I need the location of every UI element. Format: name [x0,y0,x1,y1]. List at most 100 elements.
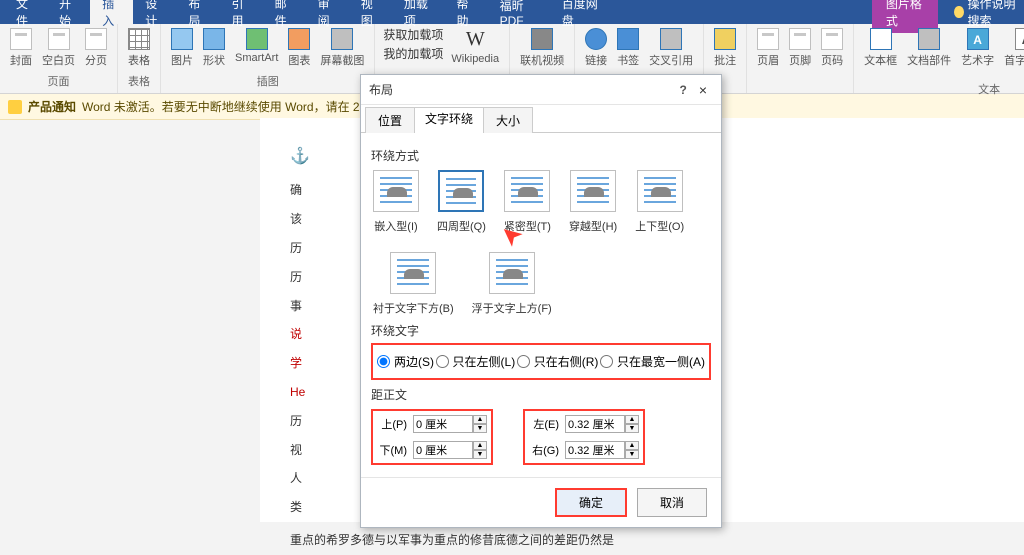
radio-input[interactable] [377,355,390,368]
radio-input[interactable] [436,355,449,368]
smartart-button[interactable]: SmartArt [233,26,280,66]
wordart-button[interactable]: A艺术字 [959,26,996,70]
shapes-button[interactable]: 形状 [201,26,227,70]
wikipedia-button[interactable]: WWikipedia [449,26,501,67]
group-pages: 封面 空白页 分页 页面 [0,24,118,93]
distance-grid: 上(P) ▲▼ 下(M) ▲▼ 左(E) ▲▼ 右(G) ▲▼ [371,409,711,465]
get-addins-button[interactable]: 获取加载项 [383,26,443,43]
label: 首字下沉 [1004,52,1024,68]
page-number-button[interactable]: 页码 [819,26,845,70]
wrap-top-bottom[interactable]: 上下型(O) [635,170,684,234]
dist-top-spinner[interactable]: ▲▼ [413,415,487,433]
doc-text: 历 [290,270,302,284]
wrap-behind[interactable]: 衬于文字下方(B) [373,252,454,316]
dist-bottom-input[interactable] [413,441,473,459]
quick-parts-button[interactable]: 文档部件 [905,26,953,70]
doc-text: 视 [290,443,302,457]
footer-icon [789,28,811,50]
label: 图片 [171,52,193,68]
wrap-text-label: 环绕文字 [371,322,711,339]
my-addins-button[interactable]: 我的加载项 [383,45,443,62]
help-button[interactable]: ? [679,83,686,97]
spin-down[interactable]: ▼ [473,450,487,459]
tab-size[interactable]: 大小 [483,107,533,133]
wrap-tight[interactable]: 紧密型(T) [504,170,551,234]
doc-text: 说 [290,327,302,341]
textbox-button[interactable]: 文本框 [862,26,899,70]
warning-icon [8,100,22,114]
footer-button[interactable]: 页脚 [787,26,813,70]
dist-top-input[interactable] [413,415,473,433]
wrap-front[interactable]: 浮于文字上方(F) [472,252,552,316]
bookmark-button[interactable]: 书签 [615,26,641,70]
label: 页眉 [757,52,779,68]
blank-page-button[interactable]: 空白页 [40,26,77,70]
drop-cap-button[interactable]: A首字下沉 [1002,26,1024,70]
label: 只在左侧(L) [453,353,516,370]
spin-up[interactable]: ▲ [473,415,487,424]
online-video-button[interactable]: 联机视频 [518,26,566,70]
doc-text: 历 [290,414,302,428]
label: Wikipedia [451,53,499,65]
chart-icon [288,28,310,50]
picture-icon [171,28,193,50]
header-button[interactable]: 页眉 [755,26,781,70]
doc-text: 类 [290,500,302,514]
spin-up[interactable]: ▲ [625,415,639,424]
label: 分页 [85,52,107,68]
ok-button[interactable]: 确定 [555,488,627,517]
tab-text-wrapping[interactable]: 文字环绕 [414,107,484,133]
radio-input[interactable] [517,355,530,368]
wrap-icon [373,170,419,212]
cancel-button[interactable]: 取消 [637,488,707,517]
cross-reference-button[interactable]: 交叉引用 [647,26,695,70]
wrap-through[interactable]: 穿越型(H) [569,170,617,234]
radio-largest-only[interactable]: 只在最宽一侧(A) [600,353,705,370]
cover-page-button[interactable]: 封面 [8,26,34,70]
page-break-button[interactable]: 分页 [83,26,109,70]
dialog-titlebar: 布局 ? × [361,75,721,105]
wrap-inline[interactable]: 嵌入型(I) [373,170,419,234]
label: 空白页 [42,52,75,68]
radio-both-sides[interactable]: 两边(S) [377,353,434,370]
table-icon [128,28,150,50]
comment-button[interactable]: 批注 [712,26,738,70]
spin-up[interactable]: ▲ [473,441,487,450]
chart-button[interactable]: 图表 [286,26,312,70]
radio-input[interactable] [600,355,613,368]
spin-down[interactable]: ▼ [625,450,639,459]
spin-up[interactable]: ▲ [625,441,639,450]
dist-right-input[interactable] [565,441,625,459]
spin-down[interactable]: ▼ [625,424,639,433]
radio-right-only[interactable]: 只在右侧(R) [517,353,599,370]
tab-position[interactable]: 位置 [365,107,415,133]
label: 联机视频 [520,52,564,68]
label: 只在最宽一侧(A) [617,353,705,370]
link-button[interactable]: 链接 [583,26,609,70]
group-illustrations: 图片 形状 SmartArt 图表 屏幕截图 插图 [161,24,375,93]
dist-bottom-spinner[interactable]: ▲▼ [413,441,487,459]
label: 只在右侧(R) [534,353,599,370]
doc-text: 确 [290,183,302,197]
wrap-icon [570,170,616,212]
page-icon [85,28,107,50]
dialog-body: 环绕方式 嵌入型(I) 四周型(Q) 紧密型(T) 穿越型(H) 上下型(O) … [361,132,721,477]
label: 上下型(O) [635,218,684,234]
page-icon [48,28,70,50]
radio-left-only[interactable]: 只在左侧(L) [436,353,516,370]
label: 页脚 [789,52,811,68]
dist-left-spinner[interactable]: ▲▼ [565,415,639,433]
label: 链接 [585,52,607,68]
group-label: 页面 [48,73,70,91]
table-button[interactable]: 表格 [126,26,152,70]
layout-dialog: 布局 ? × 位置 文字环绕 大小 环绕方式 嵌入型(I) 四周型(Q) 紧密型… [360,74,722,528]
label: 交叉引用 [649,52,693,68]
dist-right-label: 右(G) [529,442,559,458]
dist-right-spinner[interactable]: ▲▼ [565,441,639,459]
close-button[interactable]: × [693,82,713,98]
spin-down[interactable]: ▼ [473,424,487,433]
pictures-button[interactable]: 图片 [169,26,195,70]
wrap-square[interactable]: 四周型(Q) [437,170,486,234]
dist-left-input[interactable] [565,415,625,433]
screenshot-button[interactable]: 屏幕截图 [318,26,366,70]
